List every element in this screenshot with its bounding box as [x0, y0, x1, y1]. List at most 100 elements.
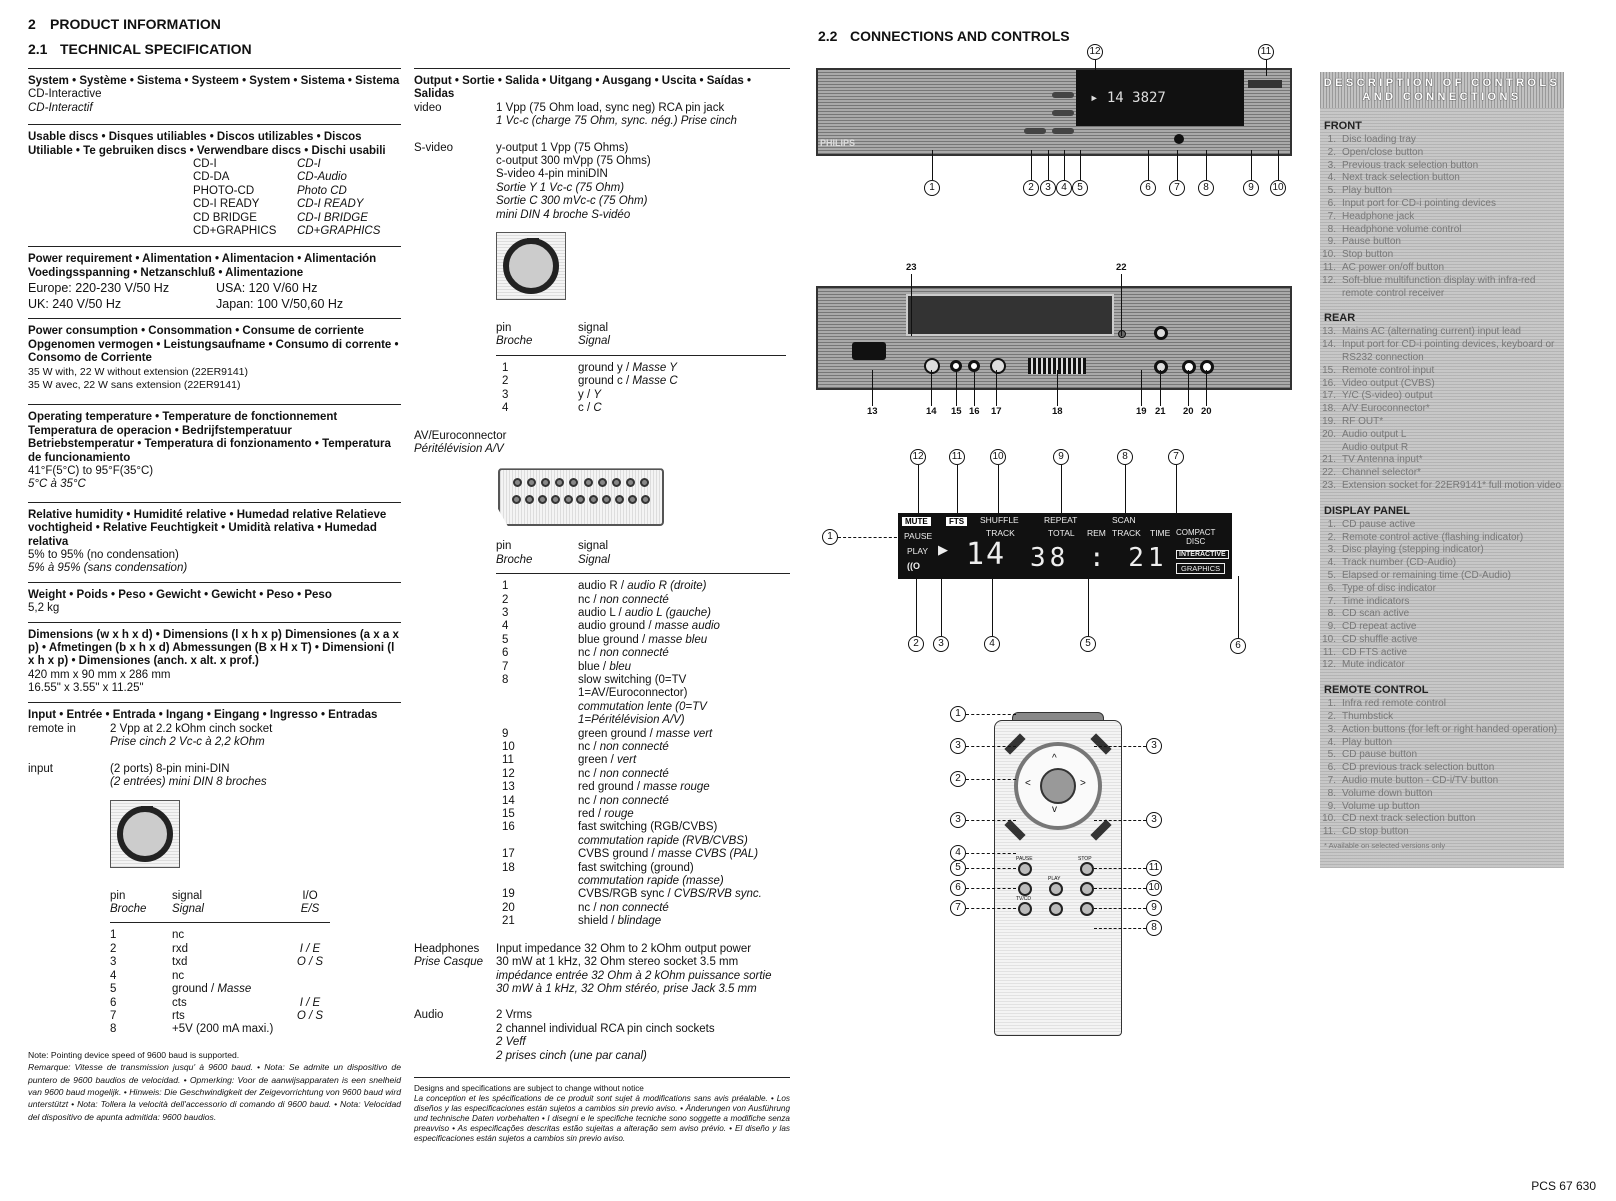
disc-name-fr: CD-I BRIDGE [297, 211, 368, 224]
specs-middle-column: Output • Sortie • Salida • Uitgang • Aus… [414, 62, 790, 1144]
rear-label-13: 13 [867, 406, 878, 417]
compact-label: COMPACT [1176, 528, 1216, 537]
pin-number: 15 [502, 808, 515, 821]
leader-line [1177, 150, 1178, 180]
pin-row: 4 c / C [496, 402, 786, 415]
pin-io: O / S [296, 1009, 324, 1022]
leader-line [916, 576, 917, 636]
item-number: 8. [1327, 787, 1336, 799]
item-number: 6. [1327, 762, 1336, 774]
item-number: 1. [1327, 698, 1336, 710]
front-callout-7: 7 [1169, 180, 1185, 196]
item-number: 7. [1327, 775, 1336, 787]
shuffle-indicator: SHUFFLE [980, 515, 1019, 525]
rem-indicator: REM [1087, 528, 1106, 538]
pin-row: 8 slow switching (0=TV 1=AV/Euroconnector… [496, 674, 790, 728]
remote-button[interactable] [1018, 882, 1032, 896]
item-text: CD stop button [1342, 826, 1409, 838]
remote-button[interactable] [1080, 902, 1094, 916]
track-time-indicator: TRACK [1112, 528, 1141, 538]
power-button[interactable] [1248, 80, 1282, 88]
leader-line [1094, 888, 1146, 889]
item-text: Type of disc indicator [1342, 582, 1436, 594]
leader-line [996, 370, 997, 406]
svideo-line-fr: Sortie C 300 mVc-c (75 Ohm) [496, 195, 648, 208]
pin-row: 20 nc / non connecté [496, 902, 790, 915]
pin-number: 6 [502, 647, 509, 660]
pin-signal-en: fast switching (ground) [578, 861, 694, 874]
item-number: 10. [1322, 813, 1336, 825]
pin-number: 3 [502, 388, 509, 401]
item-number: 11. [1322, 261, 1336, 273]
leader-line [1206, 370, 1207, 406]
remote-button[interactable] [1080, 882, 1094, 896]
description-item: 9. Pause button [1320, 236, 1564, 249]
remote-button[interactable] [1049, 902, 1063, 916]
remote-button[interactable] [1018, 902, 1032, 916]
item-text: Previous track selection button [1342, 159, 1479, 171]
leader-line [1094, 746, 1146, 747]
track-number-readout: 14 [966, 537, 1007, 572]
pin-signal-fr: masse audio [654, 620, 720, 633]
signal-label-fr: Signal [578, 553, 610, 566]
next-button[interactable] [1052, 110, 1074, 116]
remote-callout-7: 7 [950, 900, 966, 916]
description-item: 22. Channel selector* [1320, 467, 1564, 480]
item-text: CD shuffle active [1342, 633, 1418, 645]
rear-label-20: 20 [1183, 406, 1194, 417]
audio-line-fr: 2 prises cinch (une par canal) [496, 1049, 647, 1062]
pin-signal: c / C [578, 402, 602, 415]
extension-socket [906, 294, 1114, 336]
pin-signal: nc [172, 929, 185, 942]
description-item: 4. Next track selection button [1320, 172, 1564, 185]
io-label-fr: E/S [300, 903, 320, 916]
description-item: 11. CD stop button [1320, 826, 1564, 839]
pin-number: 10 [502, 741, 515, 753]
remote-button[interactable] [1018, 862, 1032, 876]
pin-signal: ground y / Masse Y [578, 361, 677, 374]
item-text: CD pause active [1342, 518, 1416, 530]
arrow-up-icon: ^ [1052, 753, 1057, 764]
pin-label-fr: Broche [110, 903, 147, 916]
headphones-line-fr: 30 mW à 1 kHz, 32 Ohm stéréo, prise Jack… [496, 982, 757, 995]
rear-label-21: 21 [1155, 406, 1166, 417]
euro-pin-table: pin Broche signal Signal 1 audio R / audio … [496, 540, 790, 928]
pin-row: 1 audio R / audio R (droite) [496, 580, 790, 593]
video-label: video [414, 101, 442, 114]
item-number: 2. [1327, 531, 1336, 543]
pin-row: 5 blue ground / masse bleu [496, 634, 790, 647]
display-heading: DISPLAY PANEL [1324, 504, 1410, 517]
thumbstick[interactable] [1040, 768, 1076, 804]
audio-label: Audio [414, 1009, 444, 1022]
display-callout-10: 10 [990, 449, 1006, 465]
pin-signal: y / Y [578, 388, 602, 401]
leader-line [1094, 868, 1146, 869]
item-text: Next track selection button [1342, 172, 1460, 184]
play-button[interactable] [1052, 128, 1074, 134]
pin-signal-fr: non connecté [599, 767, 669, 780]
description-item: 6. CD previous track selection button [1320, 762, 1564, 775]
remote-button[interactable] [1049, 882, 1063, 896]
item-number: 15. [1322, 364, 1336, 376]
prev-button[interactable] [1052, 92, 1074, 98]
display-callout-12: 12 [910, 449, 926, 465]
description-item: 7. Time indicators [1320, 596, 1564, 609]
description-title-line2: AND CONNECTIONS [1362, 91, 1522, 103]
item-text: CD next track selection button [1342, 813, 1476, 825]
leader-line [1121, 274, 1122, 336]
rear-label-14: 14 [926, 406, 937, 417]
description-item: 6. Input port for CD-i pointing devices [1320, 198, 1564, 211]
remote-button[interactable] [1080, 862, 1094, 876]
signal-col-header: signal Signal [578, 540, 790, 567]
item-text: CD pause button [1342, 749, 1418, 761]
item-number: 23. [1322, 479, 1336, 491]
brand-logo: PHILIPS [820, 138, 856, 148]
audio-output-l-icon [1182, 360, 1196, 374]
disclaimer-en: Designs and specifications are subject t… [414, 1083, 644, 1093]
svideo-pin-header: pin Broche signal Signal [496, 322, 786, 356]
pin-signal: shield / blindage [578, 915, 662, 928]
disc-item: CD-DA CD-Audio [193, 171, 401, 184]
item-number: 7. [1327, 595, 1336, 607]
open-close-button[interactable] [1024, 128, 1046, 134]
pin-row: 6 nc / non connecté [496, 647, 790, 660]
